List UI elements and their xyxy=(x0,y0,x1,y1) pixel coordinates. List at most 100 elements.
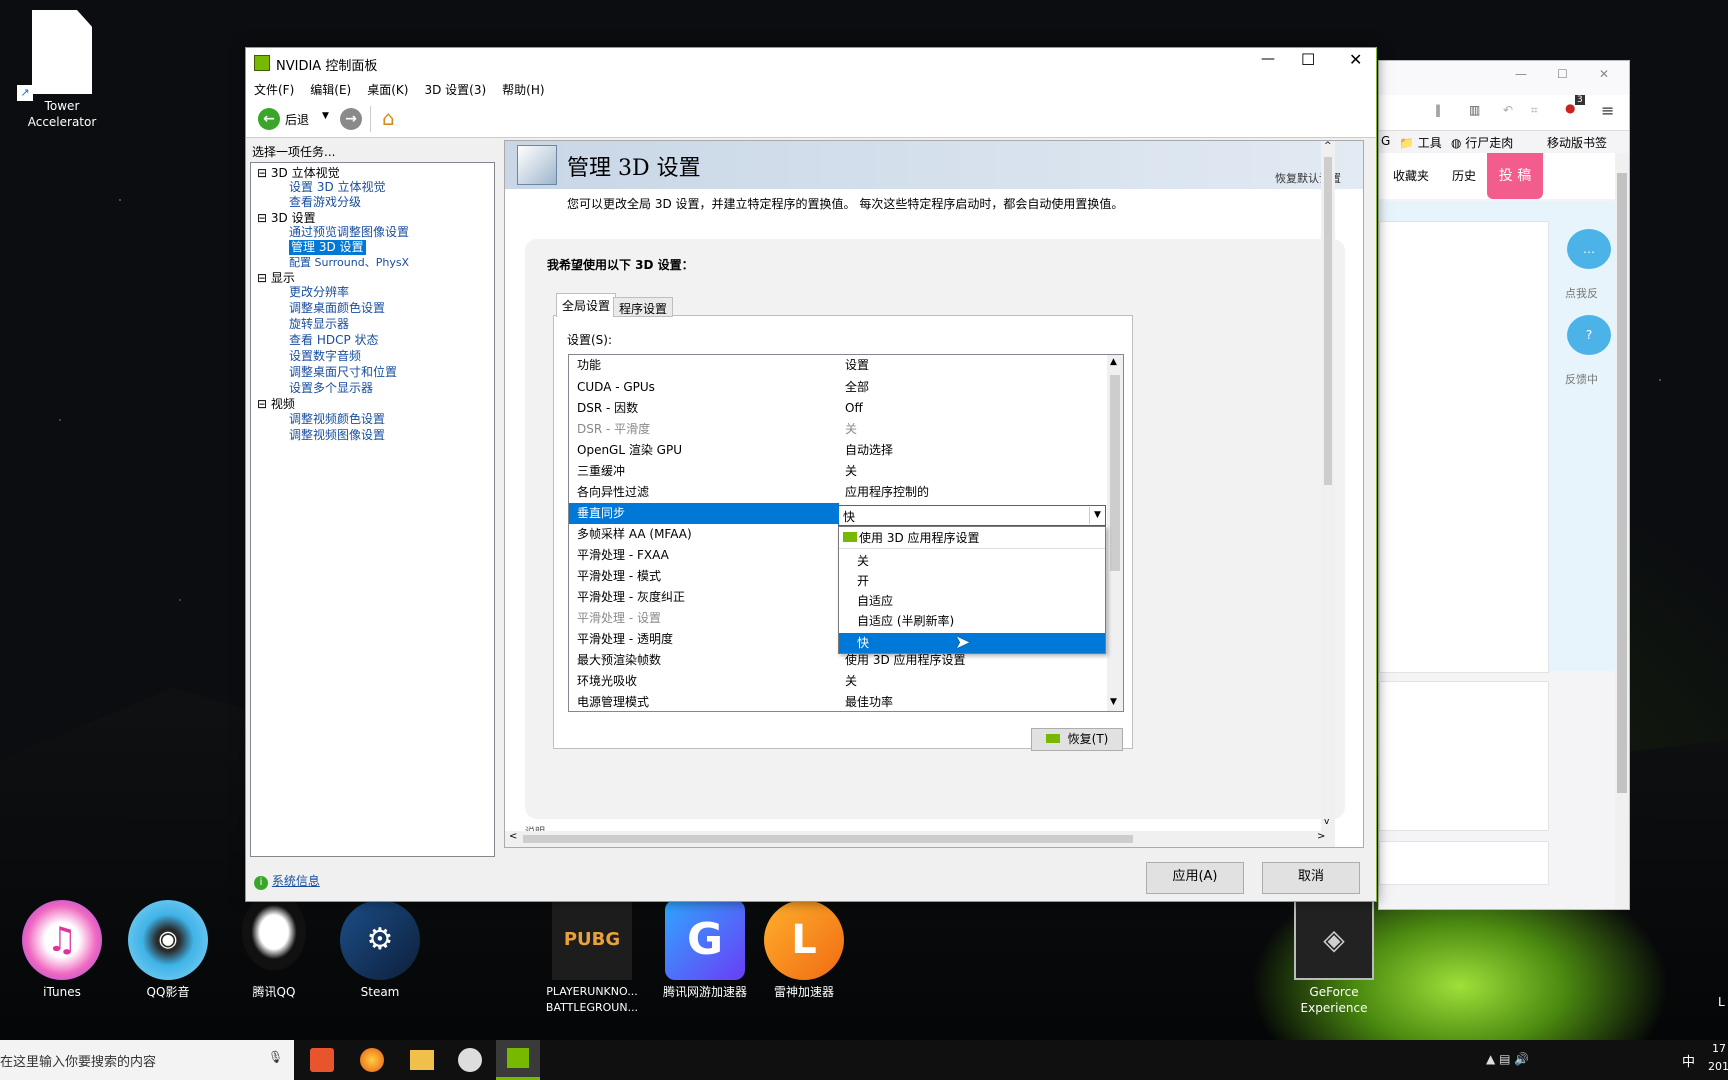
main-vertical-scrollbar-thumb[interactable] xyxy=(1324,157,1332,485)
scroll-left-icon[interactable]: < xyxy=(509,831,517,842)
minimize-icon[interactable]: — xyxy=(1261,51,1275,67)
settings-row[interactable]: 电源管理模式 最佳功率 xyxy=(569,692,1089,713)
settings-row[interactable]: DSR - 平滑度 关 xyxy=(569,419,1089,440)
tree-group-display[interactable]: ⊟ 显示 xyxy=(257,271,295,286)
menu-3d-settings[interactable]: 3D 设置(3) xyxy=(416,78,494,100)
maximize-icon[interactable]: ☐ xyxy=(1301,50,1315,69)
main-vertical-scrollbar[interactable]: ^ v xyxy=(1321,141,1335,831)
nav-history[interactable]: 历史 xyxy=(1452,167,1476,184)
settings-row[interactable]: 三重缓冲 关 xyxy=(569,461,1089,482)
tab-global-settings[interactable]: 全局设置 xyxy=(556,293,617,317)
back-dropdown-icon[interactable]: ▼ xyxy=(322,111,329,121)
settings-row[interactable]: 环境光吸收 关 xyxy=(569,671,1089,692)
taskbar-nvidia-button[interactable] xyxy=(496,1040,540,1080)
home-icon[interactable]: ⌂ xyxy=(382,106,395,130)
menu-edit[interactable]: 编辑(E) xyxy=(302,78,359,100)
clock-date[interactable]: 201 xyxy=(1708,1060,1728,1073)
scroll-right-icon[interactable]: > xyxy=(1317,831,1325,842)
desktop-icon-itunes[interactable]: ♫ iTunes xyxy=(14,900,110,1000)
desktop-icon-qqplayer[interactable]: ◉ QQ影音 xyxy=(120,900,216,1000)
close-icon[interactable]: ✕ xyxy=(1349,50,1362,69)
firefox-icon[interactable] xyxy=(360,1048,384,1072)
bookmark-tools[interactable]: 📁 工具 xyxy=(1399,134,1442,151)
sysinfo-link[interactable]: i 系统信息 xyxy=(254,872,320,890)
minimize-icon[interactable]: — xyxy=(1515,67,1527,81)
list-scroll-down-icon[interactable]: ▼ xyxy=(1110,697,1117,707)
screenshot-icon[interactable]: ⌗ xyxy=(1531,103,1538,118)
chevron-down-icon[interactable]: ▼ xyxy=(1089,507,1105,524)
feedback-chat-icon[interactable]: … xyxy=(1567,229,1611,269)
sidebar-icon[interactable]: ▥ xyxy=(1469,103,1480,117)
desktop-icon-tencent-accel[interactable]: G 腾讯网游加速器 xyxy=(650,900,760,1000)
nav-favorites[interactable]: 收藏夹 xyxy=(1393,167,1429,184)
listbox-scrollbar[interactable]: ▲ ▼ xyxy=(1107,355,1123,711)
menu-help[interactable]: 帮助(H) xyxy=(494,78,552,100)
taskbar-media-icon[interactable] xyxy=(458,1048,482,1072)
dropdown-option-app-setting[interactable]: 使用 3D 应用程序设置 xyxy=(839,527,1105,549)
close-icon[interactable]: ✕ xyxy=(1599,67,1609,81)
restore-button[interactable]: 恢复(T) xyxy=(1031,728,1123,751)
post-button[interactable]: 投 稿 xyxy=(1487,153,1543,199)
clock-time[interactable]: 17 xyxy=(1712,1042,1726,1055)
library-icon[interactable]: ‖ xyxy=(1435,103,1441,117)
tree-item-digital-audio[interactable]: 设置数字音频 xyxy=(289,349,361,364)
settings-row[interactable]: CUDA - GPUs 全部 xyxy=(569,377,1089,398)
tree-item-image-preview[interactable]: 通过预览调整图像设置 xyxy=(289,225,409,240)
tree-group-stereo[interactable]: ⊟ 3D 立体视觉 xyxy=(257,166,340,181)
settings-row[interactable]: DSR - 因数 Off xyxy=(569,398,1089,419)
tree-item-manage-3d[interactable]: 管理 3D 设置 xyxy=(289,240,366,255)
dropdown-option-fast[interactable]: 快 xyxy=(839,633,1105,653)
menu-desktop[interactable]: 桌面(K) xyxy=(359,78,416,100)
settings-row[interactable]: OpenGL 渲染 GPU 自动选择 xyxy=(569,440,1089,461)
scroll-up-icon[interactable]: ^ xyxy=(1324,141,1332,151)
tree-item-rotate[interactable]: 旋转显示器 xyxy=(289,317,349,332)
taskbar-search-box[interactable]: 在这里输入你要搜索的内容 🎙 xyxy=(0,1040,294,1080)
addon-icon[interactable]: ● xyxy=(1565,101,1575,115)
back-icon[interactable]: ← xyxy=(258,108,280,130)
tree-item-desktop-size[interactable]: 调整桌面尺寸和位置 xyxy=(289,365,397,380)
forward-icon[interactable]: → xyxy=(340,108,362,130)
tree-item-surround-physx[interactable]: 配置 Surround、PhysX xyxy=(289,255,409,270)
tray-network-icon[interactable]: ▤ xyxy=(1499,1052,1510,1066)
tray-shield-icon[interactable]: ▲ xyxy=(1486,1052,1495,1066)
tree-item-hdcp[interactable]: 查看 HDCP 状态 xyxy=(289,333,379,348)
bookmark-mobile[interactable]: 移动版书签 xyxy=(1547,134,1607,151)
tree-item-video-color[interactable]: 调整视频颜色设置 xyxy=(289,412,385,427)
help-icon[interactable]: ? xyxy=(1567,315,1611,355)
apply-button[interactable]: 应用(A) xyxy=(1146,862,1244,894)
tree-item-resolution[interactable]: 更改分辨率 xyxy=(289,285,349,300)
tab-program-settings[interactable]: 程序设置 xyxy=(613,297,674,317)
main-horizontal-scrollbar-thumb[interactable] xyxy=(523,835,1133,843)
undo-icon[interactable]: ↶ xyxy=(1503,103,1513,117)
ime-indicator[interactable]: 中 xyxy=(1682,1051,1695,1070)
tree-item-video-image[interactable]: 调整视频图像设置 xyxy=(289,428,385,443)
menu-file[interactable]: 文件(F) xyxy=(246,78,302,100)
microphone-icon[interactable]: 🎙 xyxy=(268,1050,283,1064)
tray-volume-icon[interactable]: 🔊 xyxy=(1514,1052,1529,1066)
file-explorer-icon[interactable] xyxy=(410,1050,434,1070)
desktop-icon-tower-accelerator[interactable]: ↗ Tower Accelerator xyxy=(14,10,110,130)
menu-icon[interactable]: ≡ xyxy=(1601,101,1614,120)
settings-row[interactable]: 垂直同步 快 xyxy=(569,503,857,524)
desktop-icon-geforce[interactable]: ◈ GeForce Experience xyxy=(1286,900,1382,1016)
tree-item-multi-display[interactable]: 设置多个显示器 xyxy=(289,381,373,396)
browser-scrollbar[interactable] xyxy=(1615,153,1629,909)
dropdown-option-adaptive-half[interactable]: 自适应 (半刷新率) xyxy=(857,611,954,631)
back-button-label[interactable]: 后退 xyxy=(285,111,309,128)
tree-item-desktop-color[interactable]: 调整桌面颜色设置 xyxy=(289,301,385,316)
list-scroll-up-icon[interactable]: ▲ xyxy=(1110,357,1117,367)
taskbar-app-icon[interactable] xyxy=(310,1048,334,1072)
cancel-button[interactable]: 取消 xyxy=(1262,862,1360,894)
tree-group-3d[interactable]: ⊟ 3D 设置 xyxy=(257,211,316,226)
tree-item-setup-stereo[interactable]: 设置 3D 立体视觉 xyxy=(289,180,386,195)
tree-item-game-ratings[interactable]: 查看游戏分级 xyxy=(289,195,361,210)
desktop-icon-pubg[interactable]: PUBG PLAYERUNKNO... BATTLEGROUN... xyxy=(542,900,642,1016)
dropdown-option-off[interactable]: 关 xyxy=(857,551,869,571)
dropdown-option-adaptive[interactable]: 自适应 xyxy=(857,591,893,611)
settings-row[interactable]: 各向异性过滤 应用程序控制的 xyxy=(569,482,1089,503)
dropdown-option-on[interactable]: 开 xyxy=(857,571,869,591)
scroll-down-icon[interactable]: v xyxy=(1324,817,1329,827)
desktop-icon-qq[interactable]: 腾讯QQ xyxy=(226,900,322,1000)
browser-scrollbar-thumb[interactable] xyxy=(1617,173,1627,793)
bookmark-walkingdead[interactable]: ◍ 行尸走肉 xyxy=(1451,134,1513,151)
